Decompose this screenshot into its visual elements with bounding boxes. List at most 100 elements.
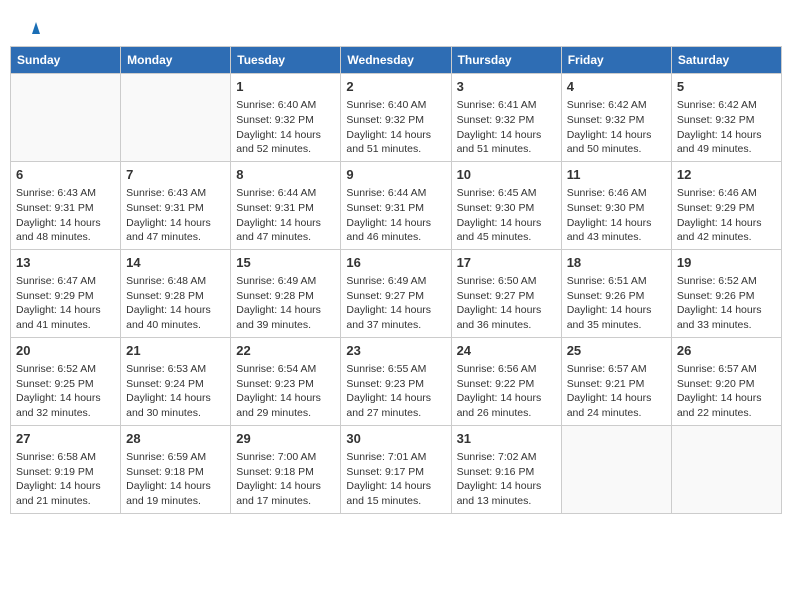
day-info: Sunrise: 6:57 AMSunset: 9:21 PMDaylight:… (567, 362, 666, 421)
calendar-cell: 2Sunrise: 6:40 AMSunset: 9:32 PMDaylight… (341, 74, 451, 162)
day-number: 30 (346, 430, 445, 448)
page-header (10, 10, 782, 41)
calendar-cell: 17 Sunrise: 6:50 AMSunset: 9:27 PMDayligh… (451, 249, 561, 337)
calendar-cell: 4 Sunrise: 6:42 AMSunset: 9:32 PMDaylight… (561, 74, 671, 162)
calendar-weekday-wednesday: Wednesday (341, 47, 451, 74)
day-number: 7 (126, 166, 225, 184)
day-info: Sunrise: 6:49 AMSunset: 9:28 PMDaylight:… (236, 274, 335, 333)
calendar-cell (671, 425, 781, 513)
calendar-cell: 11Sunrise: 6:46 AMSunset: 9:30 PMDayligh… (561, 161, 671, 249)
day-number: 10 (457, 166, 556, 184)
calendar-week-row-3: 13Sunrise: 6:47 AMSunset: 9:29 PMDayligh… (11, 249, 782, 337)
calendar-cell: 22Sunrise: 6:54 AMSunset: 9:23 PMDayligh… (231, 337, 341, 425)
day-info: Sunrise: 6:54 AMSunset: 9:23 PMDaylight:… (236, 362, 335, 421)
calendar-cell (121, 74, 231, 162)
calendar-cell: 7 Sunrise: 6:43 AMSunset: 9:31 PMDaylight… (121, 161, 231, 249)
calendar-week-row-5: 27 Sunrise: 6:58 AMSunset: 9:19 PMDayligh… (11, 425, 782, 513)
day-number: 2 (346, 78, 445, 96)
day-info: Sunrise: 6:50 AMSunset: 9:27 PMDaylight:… (457, 274, 556, 333)
calendar-cell: 24 Sunrise: 6:56 AMSunset: 9:22 PMDayligh… (451, 337, 561, 425)
calendar-cell: 30 Sunrise: 7:01 AMSunset: 9:17 PMDayligh… (341, 425, 451, 513)
calendar-cell: 19 Sunrise: 6:52 AMSunset: 9:26 PMDayligh… (671, 249, 781, 337)
day-number: 1 (236, 78, 335, 96)
calendar-cell: 12 Sunrise: 6:46 AMSunset: 9:29 PMDayligh… (671, 161, 781, 249)
calendar-cell: 14Sunrise: 6:48 AMSunset: 9:28 PMDayligh… (121, 249, 231, 337)
day-number: 11 (567, 166, 666, 184)
calendar-cell: 9 Sunrise: 6:44 AMSunset: 9:31 PMDaylight… (341, 161, 451, 249)
calendar-cell: 18 Sunrise: 6:51 AMSunset: 9:26 PMDayligh… (561, 249, 671, 337)
calendar-cell: 25 Sunrise: 6:57 AMSunset: 9:21 PMDayligh… (561, 337, 671, 425)
day-number: 25 (567, 342, 666, 360)
day-info: Sunrise: 6:57 AMSunset: 9:20 PMDaylight:… (677, 362, 776, 421)
day-info: Sunrise: 6:56 AMSunset: 9:22 PMDaylight:… (457, 362, 556, 421)
day-info: Sunrise: 6:43 AMSunset: 9:31 PMDaylight:… (126, 186, 225, 245)
calendar-cell: 26 Sunrise: 6:57 AMSunset: 9:20 PMDayligh… (671, 337, 781, 425)
calendar-weekday-friday: Friday (561, 47, 671, 74)
calendar-cell: 5Sunrise: 6:42 AMSunset: 9:32 PMDaylight… (671, 74, 781, 162)
day-number: 29 (236, 430, 335, 448)
day-info: Sunrise: 6:49 AMSunset: 9:27 PMDaylight:… (346, 274, 445, 333)
day-number: 12 (677, 166, 776, 184)
day-info: Sunrise: 7:02 AMSunset: 9:16 PMDaylight:… (457, 450, 556, 509)
day-info: Sunrise: 6:58 AMSunset: 9:19 PMDaylight:… (16, 450, 115, 509)
day-number: 15 (236, 254, 335, 272)
day-info: Sunrise: 6:40 AMSunset: 9:32 PMDaylight:… (236, 98, 335, 157)
day-number: 19 (677, 254, 776, 272)
day-info: Sunrise: 6:42 AMSunset: 9:32 PMDaylight:… (567, 98, 666, 157)
calendar-cell: 28 Sunrise: 6:59 AMSunset: 9:18 PMDayligh… (121, 425, 231, 513)
day-number: 21 (126, 342, 225, 360)
day-info: Sunrise: 6:59 AMSunset: 9:18 PMDaylight:… (126, 450, 225, 509)
calendar-week-row-2: 6Sunrise: 6:43 AMSunset: 9:31 PMDaylight… (11, 161, 782, 249)
calendar-cell (561, 425, 671, 513)
calendar-weekday-saturday: Saturday (671, 47, 781, 74)
day-info: Sunrise: 6:53 AMSunset: 9:24 PMDaylight:… (126, 362, 225, 421)
day-info: Sunrise: 6:43 AMSunset: 9:31 PMDaylight:… (16, 186, 115, 245)
calendar-weekday-monday: Monday (121, 47, 231, 74)
calendar-week-row-1: 1 Sunrise: 6:40 AMSunset: 9:32 PMDaylight… (11, 74, 782, 162)
day-info: Sunrise: 6:47 AMSunset: 9:29 PMDaylight:… (16, 274, 115, 333)
day-info: Sunrise: 6:44 AMSunset: 9:31 PMDaylight:… (346, 186, 445, 245)
day-number: 28 (126, 430, 225, 448)
day-number: 4 (567, 78, 666, 96)
calendar-cell: 16 Sunrise: 6:49 AMSunset: 9:27 PMDayligh… (341, 249, 451, 337)
day-info: Sunrise: 6:44 AMSunset: 9:31 PMDaylight:… (236, 186, 335, 245)
calendar-cell: 27 Sunrise: 6:58 AMSunset: 9:19 PMDayligh… (11, 425, 121, 513)
day-number: 26 (677, 342, 776, 360)
calendar-cell: 6Sunrise: 6:43 AMSunset: 9:31 PMDaylight… (11, 161, 121, 249)
day-number: 8 (236, 166, 335, 184)
day-info: Sunrise: 6:52 AMSunset: 9:26 PMDaylight:… (677, 274, 776, 333)
calendar-weekday-sunday: Sunday (11, 47, 121, 74)
calendar-cell: 1 Sunrise: 6:40 AMSunset: 9:32 PMDaylight… (231, 74, 341, 162)
day-number: 23 (346, 342, 445, 360)
calendar-cell: 8 Sunrise: 6:44 AMSunset: 9:31 PMDaylight… (231, 161, 341, 249)
day-info: Sunrise: 6:48 AMSunset: 9:28 PMDaylight:… (126, 274, 225, 333)
calendar-cell (11, 74, 121, 162)
day-number: 24 (457, 342, 556, 360)
day-number: 16 (346, 254, 445, 272)
day-number: 27 (16, 430, 115, 448)
calendar-cell: 20Sunrise: 6:52 AMSunset: 9:25 PMDayligh… (11, 337, 121, 425)
day-info: Sunrise: 6:51 AMSunset: 9:26 PMDaylight:… (567, 274, 666, 333)
day-info: Sunrise: 7:01 AMSunset: 9:17 PMDaylight:… (346, 450, 445, 509)
calendar-weekday-tuesday: Tuesday (231, 47, 341, 74)
day-number: 31 (457, 430, 556, 448)
day-number: 18 (567, 254, 666, 272)
day-info: Sunrise: 6:45 AMSunset: 9:30 PMDaylight:… (457, 186, 556, 245)
day-info: Sunrise: 6:41 AMSunset: 9:32 PMDaylight:… (457, 98, 556, 157)
calendar-cell: 15 Sunrise: 6:49 AMSunset: 9:28 PMDayligh… (231, 249, 341, 337)
calendar-cell: 29 Sunrise: 7:00 AMSunset: 9:18 PMDayligh… (231, 425, 341, 513)
day-number: 17 (457, 254, 556, 272)
day-info: Sunrise: 6:46 AMSunset: 9:29 PMDaylight:… (677, 186, 776, 245)
calendar-header-row: SundayMondayTuesdayWednesdayThursdayFrid… (11, 47, 782, 74)
calendar-cell: 10 Sunrise: 6:45 AMSunset: 9:30 PMDayligh… (451, 161, 561, 249)
logo (25, 20, 45, 36)
day-number: 5 (677, 78, 776, 96)
calendar-cell: 13Sunrise: 6:47 AMSunset: 9:29 PMDayligh… (11, 249, 121, 337)
day-info: Sunrise: 6:55 AMSunset: 9:23 PMDaylight:… (346, 362, 445, 421)
calendar-cell: 23 Sunrise: 6:55 AMSunset: 9:23 PMDayligh… (341, 337, 451, 425)
day-number: 3 (457, 78, 556, 96)
calendar-cell: 31 Sunrise: 7:02 AMSunset: 9:16 PMDayligh… (451, 425, 561, 513)
day-info: Sunrise: 7:00 AMSunset: 9:18 PMDaylight:… (236, 450, 335, 509)
day-number: 20 (16, 342, 115, 360)
day-number: 9 (346, 166, 445, 184)
